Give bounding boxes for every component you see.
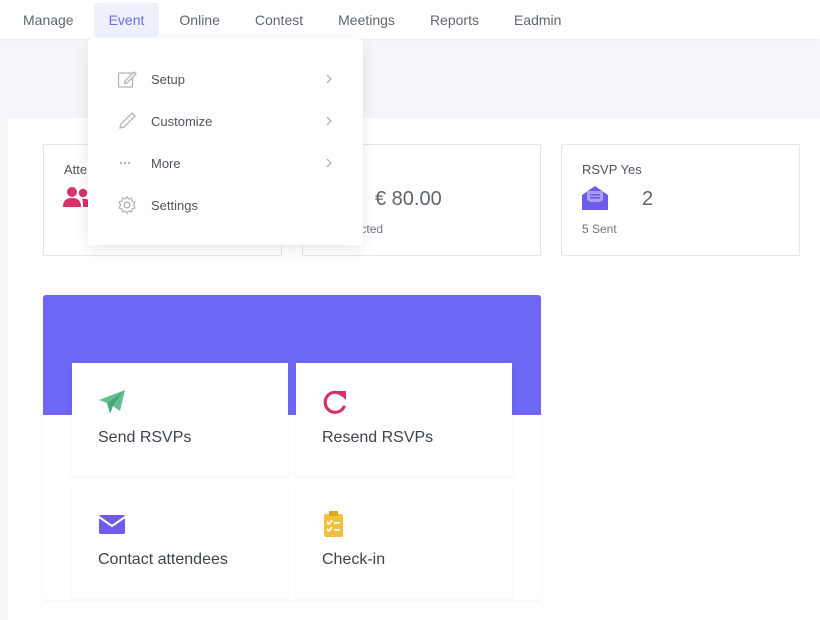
chevron-right-icon	[326, 74, 332, 84]
chevron-right-icon	[326, 158, 332, 168]
quick-actions-panel: Send RSVPs Resend RSVPs Contact attendee…	[43, 295, 541, 600]
nav-item-reports[interactable]: Reports	[415, 3, 494, 37]
stat-subtext: 5 Sent	[582, 222, 617, 236]
gear-icon	[118, 195, 136, 215]
action-label: Check-in	[322, 551, 386, 568]
nav-item-online[interactable]: Online	[164, 3, 234, 37]
stat-title: RSVP Yes	[582, 162, 642, 177]
resend-rsvps-button[interactable]: Resend RSVPs	[296, 363, 512, 476]
edit-icon	[117, 71, 137, 88]
nav-item-meetings[interactable]: Meetings	[323, 3, 410, 37]
nav-item-event[interactable]: Event	[93, 2, 160, 37]
action-label: Resend RSVPs	[322, 429, 434, 446]
check-in-button[interactable]: Check-in	[296, 485, 512, 598]
top-navigation: Manage Event Online Contest Meetings Rep…	[0, 0, 820, 39]
envelope-icon	[98, 515, 126, 534]
users-icon	[63, 187, 91, 207]
nav-item-eadmin[interactable]: Eadmin	[499, 3, 576, 37]
stat-rsvp-yes[interactable]: RSVP Yes 2 5 Sent	[561, 144, 800, 256]
chevron-right-icon	[326, 116, 332, 126]
menu-item-customize[interactable]: Customize	[88, 100, 363, 142]
envelope-open-icon	[582, 186, 608, 210]
action-label: Send RSVPs	[98, 429, 192, 446]
redo-icon	[323, 390, 346, 414]
pencil-icon	[119, 112, 136, 129]
stat-value: 2	[642, 188, 654, 210]
action-label: Contact attendees	[98, 551, 228, 568]
paper-plane-icon	[99, 390, 125, 414]
send-rsvps-button[interactable]: Send RSVPs	[72, 363, 288, 476]
stat-value: € 80.00	[375, 188, 442, 210]
menu-item-more[interactable]: More	[88, 142, 363, 184]
menu-item-settings[interactable]: Settings	[88, 184, 363, 226]
ellipsis-icon	[119, 161, 131, 165]
menu-item-setup[interactable]: Setup	[88, 58, 363, 100]
stat-title: Atte	[64, 162, 88, 177]
clipboard-check-icon	[324, 511, 343, 537]
nav-item-manage[interactable]: Manage	[8, 3, 89, 37]
contact-attendees-button[interactable]: Contact attendees	[72, 485, 288, 598]
menu-item-label: Setup	[151, 71, 185, 87]
menu-item-label: Customize	[151, 113, 213, 129]
event-dropdown-menu: Setup Customize More Settings	[88, 39, 363, 245]
menu-item-label: More	[151, 155, 181, 171]
menu-item-label: Settings	[151, 197, 198, 213]
nav-item-contest[interactable]: Contest	[240, 3, 318, 37]
